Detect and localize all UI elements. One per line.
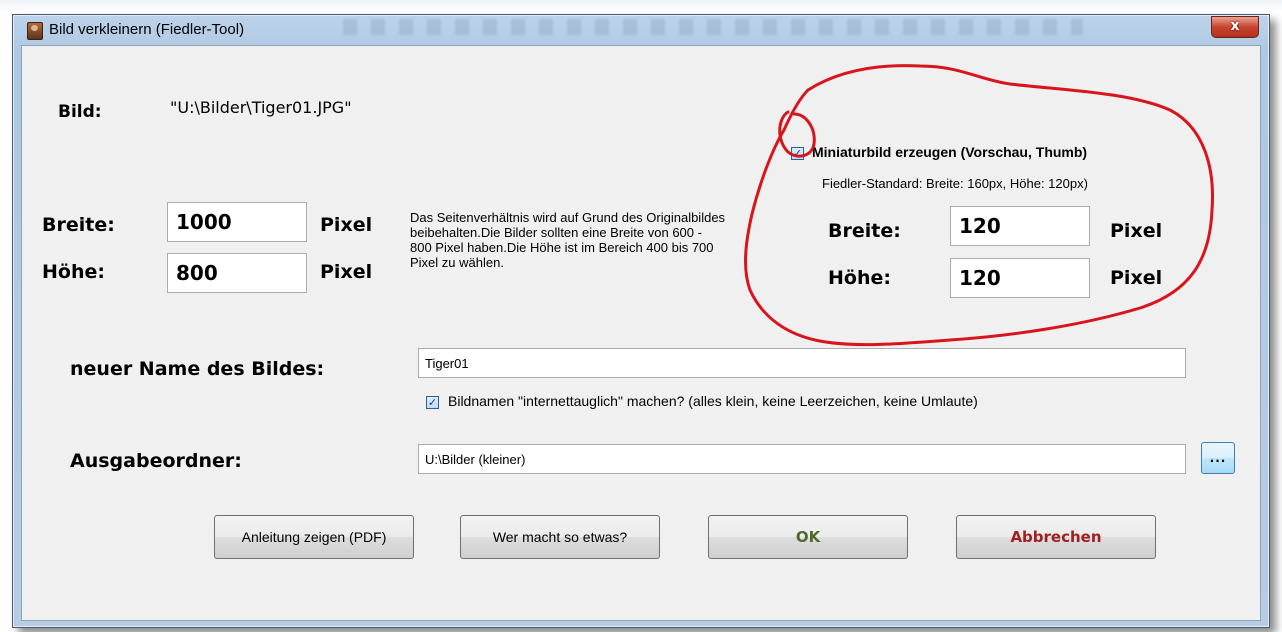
app-icon xyxy=(27,22,43,40)
title-bar-reflection xyxy=(343,19,1083,35)
cancel-button[interactable]: Abbrechen xyxy=(956,515,1156,559)
dialog-window: Bild verkleinern (Fiedler-Tool) x Bild: … xyxy=(12,14,1270,628)
window-title: Bild verkleinern (Fiedler-Tool) xyxy=(49,21,245,38)
new-name-input[interactable]: Tiger01 xyxy=(418,348,1186,378)
thumbnail-width-unit: Pixel xyxy=(1110,220,1163,242)
thumbnail-checkbox[interactable]: ✓ xyxy=(791,147,804,160)
dialog-client-area: Bild: "U:\Bilder\Tiger01.JPG" Breite: 10… xyxy=(21,45,1261,621)
height-label: Höhe: xyxy=(42,261,105,283)
web-safe-name-label[interactable]: Bildnamen "internettauglich" machen? (al… xyxy=(448,393,978,409)
thumbnail-width-label: Breite: xyxy=(828,220,901,242)
thumbnail-width-input[interactable]: 120 xyxy=(950,206,1090,246)
who-makes-this-button[interactable]: Wer macht so etwas? xyxy=(460,515,660,559)
aspect-ratio-hint: Das Seitenverhältnis wird auf Grund des … xyxy=(410,210,726,270)
show-manual-button[interactable]: Anleitung zeigen (PDF) xyxy=(214,515,414,559)
title-bar[interactable]: Bild verkleinern (Fiedler-Tool) x xyxy=(13,15,1269,45)
height-input[interactable]: 800 xyxy=(167,253,307,293)
thumbnail-height-unit: Pixel xyxy=(1110,267,1163,289)
width-label: Breite: xyxy=(42,214,115,236)
thumbnail-checkbox-label[interactable]: Miniaturbild erzeugen (Vorschau, Thumb) xyxy=(812,144,1087,160)
width-unit: Pixel xyxy=(320,214,373,236)
close-button[interactable]: x xyxy=(1211,16,1259,38)
image-label: Bild: xyxy=(58,102,102,122)
ok-button[interactable]: OK xyxy=(708,515,908,559)
browse-folder-button[interactable]: ... xyxy=(1201,442,1235,474)
web-safe-name-checkbox[interactable]: ✓ xyxy=(426,396,439,409)
new-name-label: neuer Name des Bildes: xyxy=(70,358,325,380)
output-folder-label: Ausgabeordner: xyxy=(70,450,242,472)
thumbnail-standard-text: Fiedler-Standard: Breite: 160px, Höhe: 1… xyxy=(822,176,1088,191)
thumbnail-height-label: Höhe: xyxy=(828,267,891,289)
output-folder-input[interactable]: U:\Bilder (kleiner) xyxy=(418,444,1186,474)
height-unit: Pixel xyxy=(320,261,373,283)
width-input[interactable]: 1000 xyxy=(167,202,307,242)
thumbnail-height-input[interactable]: 120 xyxy=(950,258,1090,298)
image-path: "U:\Bilder\Tiger01.JPG" xyxy=(170,98,352,117)
